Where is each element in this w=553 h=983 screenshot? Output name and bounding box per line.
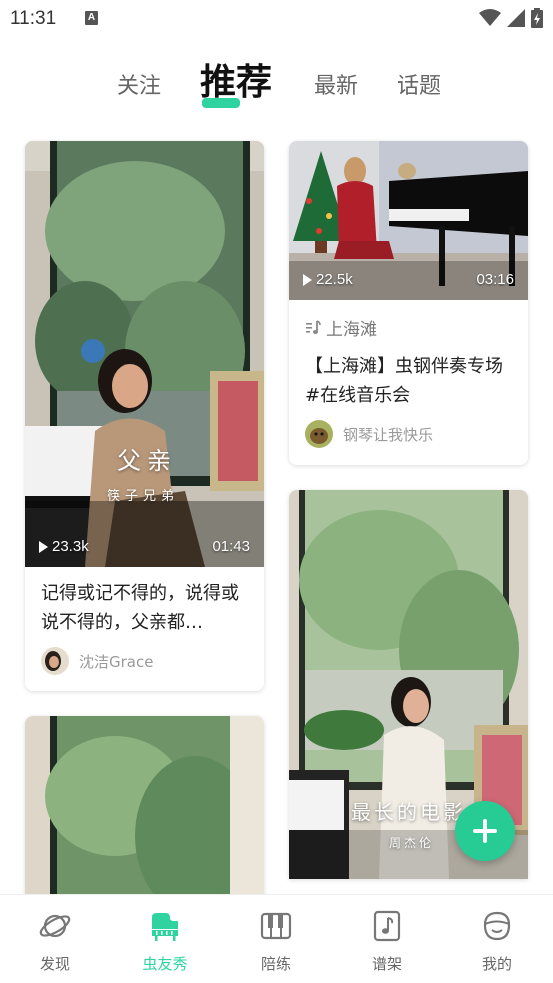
card-title[interactable]: 记得或记不得的，说得或说不得的，父亲都…: [41, 579, 248, 637]
avatar[interactable]: [305, 420, 333, 448]
nav-label: 陪练: [260, 955, 291, 973]
plus-icon: [473, 819, 497, 843]
song-tag[interactable]: 上海滩: [305, 315, 512, 340]
video-overlay-subtitle: 筷子兄弟: [107, 489, 180, 504]
music-sheet-icon: [373, 910, 401, 942]
nav-item-practice[interactable]: 陪练: [231, 909, 321, 974]
play-icon: [303, 273, 312, 286]
play-count: 23.3k: [39, 538, 89, 555]
battery-icon: [531, 8, 543, 28]
video-duration: 03:16: [476, 271, 514, 288]
signal-icon: [507, 9, 525, 27]
tab-follow[interactable]: 关注: [117, 68, 161, 100]
planet-icon: [39, 914, 71, 938]
author-name[interactable]: 钢琴让我快乐: [343, 424, 433, 445]
smiley-icon: [483, 911, 511, 941]
card-title[interactable]: 【上海滩】虫钢伴奏专场#在线音乐会: [305, 352, 512, 410]
nav-label: 我的: [481, 955, 512, 973]
video-overlay-title: 最长的电影: [351, 800, 466, 824]
card-body: 记得或记不得的，说得或说不得的，父亲都… 沈洁Grace: [25, 567, 264, 689]
video-card[interactable]: 22.5k 03:16 上海滩 【上海滩】虫钢伴奏专场#在线音乐会 钢琴让我快乐: [289, 141, 528, 465]
nav-item-sheets[interactable]: 谱架: [342, 909, 432, 974]
play-count-value: 22.5k: [316, 271, 353, 288]
tab-topics[interactable]: 话题: [397, 68, 441, 100]
status-icons: [479, 8, 543, 28]
create-post-button[interactable]: [455, 801, 515, 861]
bottom-nav: 发现 虫友秀 陪练 谱架 我的: [0, 894, 553, 983]
video-overlay-subtitle: 周杰伦: [389, 836, 435, 850]
nav-label: 发现: [39, 955, 70, 973]
status-bar: 11:31 A: [0, 0, 553, 40]
video-overlay-title: 父亲: [117, 447, 177, 475]
wifi-icon: [479, 9, 501, 26]
video-meta: 22.5k 03:16: [303, 271, 514, 288]
avatar[interactable]: [41, 647, 69, 675]
author-row[interactable]: 钢琴让我快乐: [305, 420, 512, 448]
author-name[interactable]: 沈洁Grace: [79, 651, 153, 672]
play-count-value: 23.3k: [52, 538, 89, 555]
video-thumbnail[interactable]: 父亲 筷子兄弟 23.3k 01:43: [25, 141, 264, 567]
nav-item-discover[interactable]: 发现: [10, 909, 100, 974]
card-body: 上海滩 【上海滩】虫钢伴奏专场#在线音乐会 钢琴让我快乐: [289, 300, 528, 462]
nav-item-community[interactable]: 虫友秀: [120, 909, 210, 974]
video-thumbnail[interactable]: 22.5k 03:16: [289, 141, 528, 300]
nav-item-profile[interactable]: 我的: [452, 909, 542, 974]
nav-label: 谱架: [371, 955, 402, 973]
notification-icon: A: [85, 11, 98, 25]
piano-icon: [152, 913, 178, 941]
video-duration: 01:43: [212, 538, 250, 555]
status-time: 11:31: [10, 8, 57, 29]
keyboard-icon: [260, 912, 292, 940]
top-tabs: 关注 推荐 最新 话题: [0, 58, 553, 110]
play-count: 22.5k: [303, 271, 353, 288]
play-icon: [39, 540, 48, 553]
tab-latest[interactable]: 最新: [314, 68, 358, 100]
active-tab-indicator: [202, 98, 240, 108]
song-name: 上海滩: [326, 320, 377, 340]
video-card[interactable]: 父亲 筷子兄弟 23.3k 01:43 记得或记不得的，说得或说不得的，父亲都……: [25, 141, 264, 691]
author-row[interactable]: 沈洁Grace: [41, 647, 248, 675]
nav-label: 虫友秀: [142, 955, 188, 973]
music-note-icon: [306, 319, 321, 334]
video-meta: 23.3k 01:43: [39, 538, 250, 555]
